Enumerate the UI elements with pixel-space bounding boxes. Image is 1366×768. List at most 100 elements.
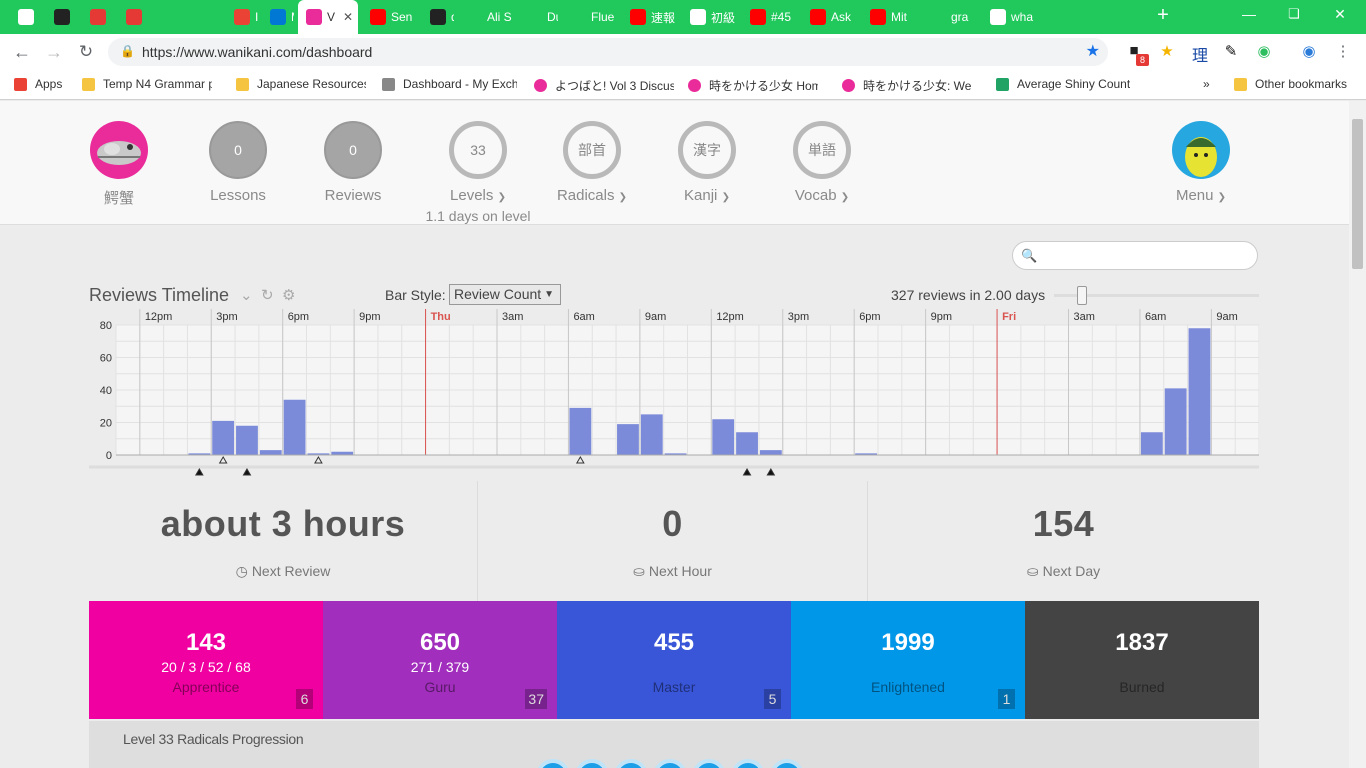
browser-tab[interactable]: Ask — [802, 0, 858, 34]
browser-tab[interactable]: gra — [922, 0, 978, 34]
kanji-extension-icon[interactable]: 理 — [1190, 42, 1210, 66]
bookmark-item[interactable]: Dashboard - My Exch — [382, 77, 517, 91]
bookmark-item[interactable]: Other bookmarks — [1234, 77, 1347, 91]
level-up-marker-icon — [218, 456, 228, 464]
srs-stage-guru[interactable]: 650 271 / 379 Guru 37 — [323, 601, 557, 719]
browser-tab[interactable] — [82, 0, 114, 34]
bar-style-select[interactable]: Review Count ▼ — [449, 284, 561, 305]
tab-title: #45 — [771, 10, 792, 24]
chevron-down-icon: ❯ — [1217, 192, 1227, 203]
menu-avatar[interactable] — [1172, 121, 1230, 179]
radical-progress-item[interactable] — [692, 759, 726, 768]
review-bar — [283, 399, 306, 455]
minimize-icon[interactable]: — — [1239, 6, 1259, 22]
user-avatar[interactable] — [90, 121, 148, 179]
wanikani-icon — [842, 79, 855, 92]
radicals-dropdown[interactable]: 部首 Radicals ❯ — [542, 121, 642, 204]
srs-stage-enlightened[interactable]: 1999 Enlightened 1 — [791, 601, 1025, 719]
gear-icon[interactable]: ⚙ — [282, 286, 295, 304]
page-scrollbar[interactable] — [1349, 101, 1366, 768]
forward-icon[interactable]: → — [44, 42, 64, 63]
browser-tab[interactable]: Ali S — [458, 0, 514, 34]
evernote-icon[interactable]: ◉ — [1254, 42, 1274, 60]
browser-tab[interactable] — [118, 0, 150, 34]
radical-progress-item[interactable] — [536, 759, 570, 768]
dashboard-header: 鰐蟹 0 Lessons 0 Reviews 33 Levels ❯ 1.1 d… — [0, 101, 1349, 225]
srs-stage-apprentice[interactable]: 143 20 / 3 / 52 / 68 Apprentice 6 — [89, 601, 323, 719]
youtube-icon — [810, 9, 826, 25]
days-on-level: 1.1 days on level — [425, 208, 531, 224]
browser-tab[interactable] — [154, 0, 186, 34]
level-up-marker-icon — [742, 468, 752, 476]
forecast-stat: 0 ⛀ Next Hour — [478, 481, 868, 601]
kanji-dropdown[interactable]: 漢字 Kanji ❯ — [657, 121, 757, 204]
folder-icon — [82, 77, 95, 91]
browser-tab[interactable] — [190, 0, 222, 34]
browser-tab[interactable]: 速報 — [622, 0, 678, 34]
username: 鰐蟹 — [103, 190, 134, 207]
browser-tab[interactable]: Flue — [562, 0, 618, 34]
x-tick-label: 6pm — [859, 311, 880, 323]
new-tab-icon[interactable]: + — [1153, 4, 1173, 27]
bookmark-item[interactable]: 時をかける少女: Week — [842, 77, 972, 94]
restore-icon[interactable]: ❏ — [1284, 6, 1304, 22]
browser-tab[interactable]: dun — [422, 0, 454, 34]
reload-icon[interactable]: ↻ — [76, 42, 96, 62]
radical-progress-item[interactable] — [731, 759, 765, 768]
bookmark-item[interactable]: Average Shiny Count — [996, 77, 1130, 91]
radical-progress-item[interactable] — [614, 759, 648, 768]
bookmark-item[interactable]: Japanese Resources — [236, 77, 366, 91]
y-tick-label: 20 — [100, 418, 112, 430]
srs-stage-master[interactable]: 455 Master 5 — [557, 601, 791, 719]
close-window-icon[interactable]: ✕ — [1330, 6, 1350, 23]
browser-tab[interactable]: #45 — [742, 0, 798, 34]
bookmark-item[interactable]: Apps — [14, 77, 62, 91]
doc-icon — [198, 9, 214, 25]
radical-progress-item[interactable] — [770, 759, 804, 768]
profile-icon[interactable]: ◉ — [1299, 42, 1319, 60]
range-slider-handle[interactable] — [1077, 286, 1087, 305]
inbox-icon: ⛀ — [1026, 563, 1039, 579]
bookmark-star-icon[interactable]: ★ — [1086, 41, 1100, 61]
reviews-button[interactable]: 0 Reviews — [303, 121, 403, 204]
search-icon: 🔍 — [1021, 248, 1038, 263]
lessons-label: Lessons — [210, 187, 266, 204]
chevron-down-icon[interactable]: ⌄ — [240, 286, 253, 304]
radical-progress-item[interactable] — [575, 759, 609, 768]
url-field[interactable]: 🔒 https://www.wanikani.com/dashboard ★ — [108, 38, 1108, 66]
levels-dropdown[interactable]: 33 Levels ❯ 1.1 days on level — [425, 121, 531, 224]
vocab-dropdown[interactable]: 単語 Vocab ❯ — [772, 121, 872, 204]
browser-tab[interactable]: wha — [982, 0, 1038, 34]
bookmark-item[interactable]: 時をかける少女 Home — [688, 77, 818, 94]
more-bookmarks-icon[interactable]: » — [1203, 77, 1210, 91]
search-input[interactable]: 🔍 — [1012, 241, 1258, 270]
scrollbar-thumb[interactable] — [1352, 119, 1363, 269]
refresh-icon[interactable]: ↻ — [261, 286, 274, 304]
browser-tab[interactable]: 初級 — [682, 0, 738, 34]
browser-tab[interactable]: Mit — [862, 0, 918, 34]
lessons-button[interactable]: 0 Lessons — [188, 121, 288, 204]
star-extension-icon[interactable]: ★ — [1157, 42, 1177, 60]
doc-icon — [570, 9, 586, 25]
browser-menu-icon[interactable]: ⋮ — [1333, 42, 1353, 60]
srs-stage-burned[interactable]: 1837 Burned — [1025, 601, 1259, 719]
menu-dropdown[interactable]: Menu ❯ — [1151, 121, 1251, 204]
browser-tab[interactable] — [10, 0, 42, 34]
pen-extension-icon[interactable]: ✎ — [1221, 42, 1241, 60]
browser-tab[interactable] — [46, 0, 78, 34]
bookmark-item[interactable]: よつばと! Vol 3 Discuss — [534, 77, 674, 94]
bookmark-label: よつばと! Vol 3 Discuss — [555, 79, 674, 93]
back-icon[interactable]: ← — [12, 42, 32, 63]
bookmark-item[interactable]: Temp N4 Grammar p — [82, 77, 212, 91]
close-tab-icon[interactable]: ✕ — [343, 10, 353, 24]
browser-tab[interactable]: Dun — [518, 0, 558, 34]
radicals-progression-panel: Level 33 Radicals Progression — [89, 721, 1259, 768]
browser-tab[interactable]: Mai — [262, 0, 294, 34]
radical-progress-item[interactable] — [653, 759, 687, 768]
user-profile[interactable]: 鰐蟹 — [69, 121, 169, 208]
browser-tab[interactable]: V ✕ — [298, 0, 358, 34]
x-tick-label: 3pm — [788, 311, 809, 323]
tab-title: Dun — [547, 10, 558, 24]
browser-tab[interactable]: Inbo — [226, 0, 258, 34]
browser-tab[interactable]: Sen — [362, 0, 418, 34]
